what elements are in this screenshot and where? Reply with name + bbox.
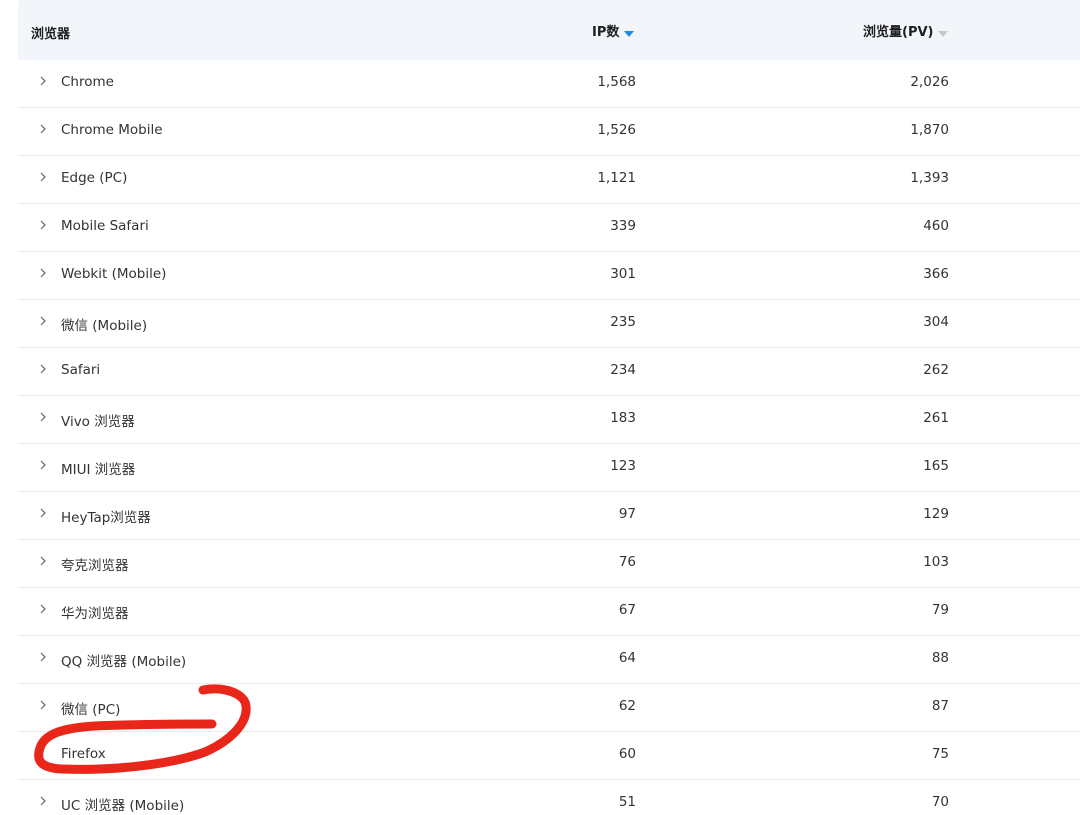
table-row[interactable]: QQ 浏览器 (Mobile) 64 88 — [18, 636, 1080, 684]
cell-pv-count: 129 — [923, 506, 949, 522]
cell-pv-count: 1,870 — [910, 122, 949, 138]
chevron-right-icon[interactable] — [37, 459, 49, 471]
cell-pv-count: 2,026 — [910, 74, 949, 90]
cell-browser-name: HeyTap浏览器 — [61, 510, 151, 526]
sort-desc-icon[interactable] — [938, 30, 949, 37]
table-row[interactable]: 夸克浏览器 76 103 — [18, 540, 1080, 588]
cell-ip-count: 76 — [618, 554, 636, 570]
cell-browser-name: Safari — [61, 362, 101, 378]
chevron-right-icon[interactable] — [37, 219, 49, 231]
cell-browser-name: Vivo 浏览器 — [61, 414, 135, 430]
column-header-pv-label: 浏览量(PV) — [863, 25, 934, 40]
table-row[interactable]: MIUI 浏览器 123 165 — [18, 444, 1080, 492]
cell-pv-count: 1,393 — [910, 170, 949, 186]
table-row[interactable]: Webkit (Mobile) 301 366 — [18, 252, 1080, 300]
column-header-browser: 浏览器 — [31, 27, 71, 42]
chevron-right-icon[interactable] — [37, 603, 49, 615]
cell-browser-name: 微信 (PC) — [61, 702, 121, 718]
cell-ip-count: 1,121 — [597, 170, 636, 186]
table-row[interactable]: 微信 (PC) 62 87 — [18, 684, 1080, 732]
chevron-right-icon[interactable] — [37, 123, 49, 135]
chevron-right-icon[interactable] — [37, 315, 49, 327]
cell-browser-name: 华为浏览器 — [61, 606, 129, 622]
column-header-ip[interactable]: IP数 — [592, 21, 635, 40]
cell-ip-count: 339 — [610, 218, 636, 234]
table-row[interactable]: HeyTap浏览器 97 129 — [18, 492, 1080, 540]
table-body: Chrome 1,568 2,026 Chrome Mobile 1,526 1,870 E… — [18, 60, 1080, 815]
cell-browser-name: Firefox — [61, 746, 106, 762]
cell-ip-count: 235 — [610, 314, 636, 330]
cell-browser-name: Mobile Safari — [61, 218, 149, 234]
cell-ip-count: 183 — [610, 410, 636, 426]
cell-ip-count: 62 — [618, 698, 636, 714]
sort-desc-icon[interactable] — [624, 30, 635, 37]
cell-browser-name: Edge (PC) — [61, 170, 128, 186]
cell-ip-count: 60 — [618, 746, 636, 762]
chevron-right-icon[interactable] — [37, 699, 49, 711]
cell-pv-count: 261 — [923, 410, 949, 426]
cell-pv-count: 460 — [923, 218, 949, 234]
table-row[interactable]: UC 浏览器 (Mobile) 51 70 — [18, 780, 1080, 815]
column-header-pv[interactable]: 浏览量(PV) — [863, 21, 949, 40]
cell-ip-count: 1,526 — [597, 122, 636, 138]
chevron-right-icon[interactable] — [37, 555, 49, 567]
cell-pv-count: 103 — [923, 554, 949, 570]
page: 浏览器 IP数 浏览量(PV) Chrome 1,568 2,026 Chrome M… — [0, 0, 1080, 815]
cell-browser-name: MIUI 浏览器 — [61, 462, 136, 478]
cell-pv-count: 75 — [931, 746, 949, 762]
cell-pv-count: 79 — [931, 602, 949, 618]
table-row[interactable]: Mobile Safari 339 460 — [18, 204, 1080, 252]
cell-browser-name: UC 浏览器 (Mobile) — [61, 798, 185, 814]
cell-browser-name: QQ 浏览器 (Mobile) — [61, 654, 187, 670]
table-row[interactable]: Edge (PC) 1,121 1,393 — [18, 156, 1080, 204]
cell-pv-count: 304 — [923, 314, 949, 330]
cell-pv-count: 70 — [931, 794, 949, 810]
table-row: Firefox 60 75 — [18, 732, 1080, 780]
cell-browser-name: 夸克浏览器 — [61, 558, 129, 574]
browser-stats-table: 浏览器 IP数 浏览量(PV) Chrome 1,568 2,026 Chrome M… — [18, 0, 1080, 815]
table-row[interactable]: Vivo 浏览器 183 261 — [18, 396, 1080, 444]
chevron-right-icon[interactable] — [37, 651, 49, 663]
table-row[interactable]: Chrome Mobile 1,526 1,870 — [18, 108, 1080, 156]
cell-pv-count: 366 — [923, 266, 949, 282]
chevron-right-icon[interactable] — [37, 267, 49, 279]
chevron-right-icon[interactable] — [37, 795, 49, 807]
chevron-right-icon[interactable] — [37, 411, 49, 423]
cell-pv-count: 262 — [923, 362, 949, 378]
chevron-right-icon[interactable] — [37, 75, 49, 87]
cell-ip-count: 64 — [618, 650, 636, 666]
cell-browser-name: 微信 (Mobile) — [61, 318, 148, 334]
chevron-right-icon[interactable] — [37, 507, 49, 519]
table-row[interactable]: 华为浏览器 67 79 — [18, 588, 1080, 636]
chevron-right-icon[interactable] — [37, 171, 49, 183]
cell-browser-name: Webkit (Mobile) — [61, 266, 167, 282]
cell-ip-count: 123 — [610, 458, 636, 474]
cell-pv-count: 88 — [931, 650, 949, 666]
cell-browser-name: Chrome — [61, 74, 114, 90]
cell-ip-count: 97 — [618, 506, 636, 522]
table-header: 浏览器 IP数 浏览量(PV) — [18, 0, 1080, 60]
table-row[interactable]: Chrome 1,568 2,026 — [18, 60, 1080, 108]
cell-pv-count: 87 — [931, 698, 949, 714]
cell-ip-count: 301 — [610, 266, 636, 282]
cell-ip-count: 51 — [618, 794, 636, 810]
table-row[interactable]: Safari 234 262 — [18, 348, 1080, 396]
table-row[interactable]: 微信 (Mobile) 235 304 — [18, 300, 1080, 348]
cell-ip-count: 67 — [618, 602, 636, 618]
cell-browser-name: Chrome Mobile — [61, 122, 163, 138]
column-header-ip-label: IP数 — [592, 25, 620, 40]
cell-ip-count: 1,568 — [597, 74, 636, 90]
cell-ip-count: 234 — [610, 362, 636, 378]
cell-pv-count: 165 — [923, 458, 949, 474]
chevron-right-icon[interactable] — [37, 363, 49, 375]
